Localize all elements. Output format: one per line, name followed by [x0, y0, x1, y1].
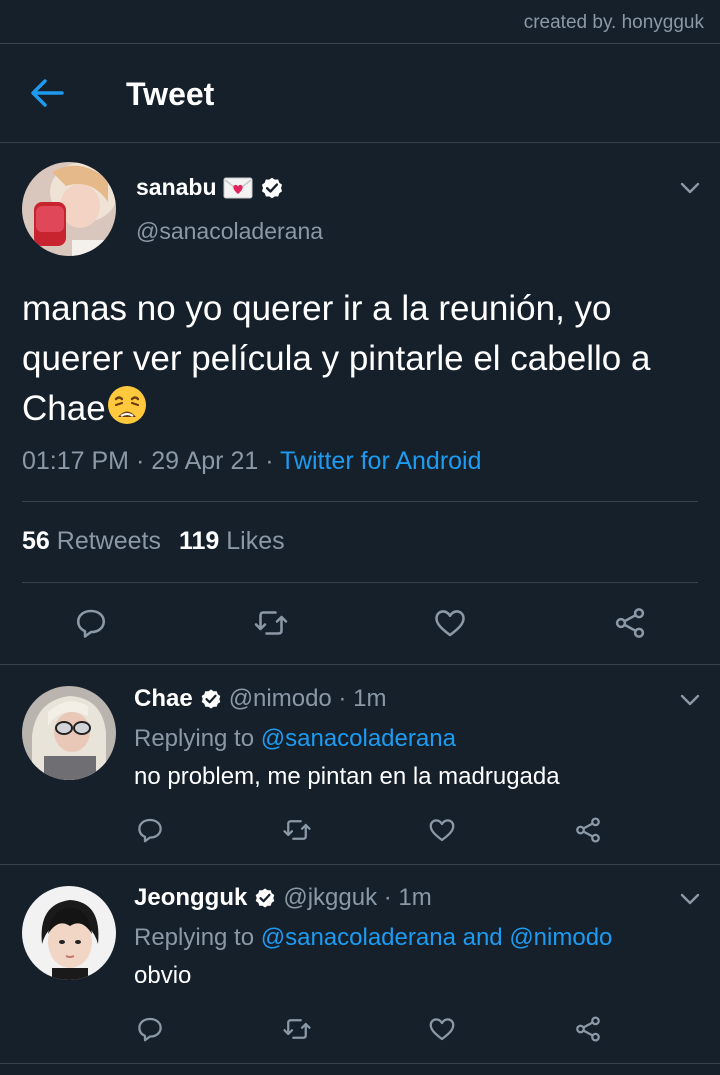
- tweet-stats: 56 Retweets 119 Likes: [22, 527, 285, 556]
- mention-link[interactable]: @nimodo: [509, 924, 612, 951]
- author-row: sanabu: [136, 174, 285, 201]
- credit-text: created by. honygguk: [523, 12, 704, 33]
- avatar-image: [22, 886, 116, 980]
- comment-icon: [138, 818, 162, 843]
- reply-author-name[interactable]: Jeongguk: [134, 884, 247, 912]
- like-button[interactable]: [432, 605, 468, 641]
- back-button[interactable]: [28, 76, 66, 110]
- avatar[interactable]: [22, 686, 116, 780]
- chevron-down-icon: [680, 893, 700, 905]
- retweet-button[interactable]: [252, 605, 290, 641]
- share-icon: [576, 817, 600, 843]
- share-icon: [615, 608, 645, 638]
- heart-icon: [429, 1018, 455, 1041]
- comment-icon: [76, 609, 106, 638]
- page-title: Tweet: [126, 76, 215, 112]
- share-button[interactable]: [612, 605, 648, 641]
- reply-time: 1m: [398, 884, 432, 911]
- divider: [22, 501, 698, 502]
- replying-to-label: Replying to: [134, 924, 255, 951]
- retweet-icon: [283, 820, 311, 840]
- arrow-left-icon: [31, 79, 64, 107]
- author-handle[interactable]: @sanacoladerana: [136, 218, 323, 245]
- chevron-down-icon: [680, 182, 700, 194]
- divider: [0, 864, 720, 865]
- tweet-time: 01:17 PM: [22, 447, 130, 475]
- retweet-icon: [283, 1019, 311, 1039]
- like-button[interactable]: [427, 815, 457, 845]
- reply-author-name[interactable]: Chae: [134, 685, 193, 713]
- love-letter-emoji-icon: [223, 177, 253, 198]
- retweet-button[interactable]: [281, 815, 313, 845]
- likes-count: 119: [178, 527, 220, 555]
- replying-to-label: Replying to: [134, 725, 255, 752]
- tweet-source-link[interactable]: Twitter for Android: [280, 447, 481, 475]
- mention-link[interactable]: @sanacoladerana: [261, 924, 456, 951]
- likes-stat[interactable]: 119 Likes: [179, 527, 285, 555]
- verified-badge-icon: [256, 888, 275, 908]
- reply-button[interactable]: [135, 815, 165, 845]
- reply-text: obvio: [134, 962, 192, 989]
- weary-face-emoji-icon: [107, 386, 146, 424]
- mention-link[interactable]: @sanacoladerana: [261, 725, 456, 752]
- avatar-image: [22, 162, 116, 256]
- replying-to: Replying to @sanacoladerana and @nimodo: [134, 924, 612, 952]
- reply-options-button[interactable]: [678, 688, 702, 712]
- share-button[interactable]: [573, 815, 603, 845]
- reply-button[interactable]: [73, 605, 109, 641]
- replying-to: Replying to @sanacoladerana: [134, 725, 456, 753]
- share-icon: [576, 1016, 600, 1042]
- retweets-label: Retweets: [56, 527, 161, 555]
- divider: [0, 664, 720, 665]
- like-button[interactable]: [427, 1014, 457, 1044]
- avatar-image: [22, 686, 116, 780]
- comment-icon: [138, 1017, 162, 1042]
- share-button[interactable]: [573, 1014, 603, 1044]
- tweet-date: 29 Apr 21: [151, 447, 259, 475]
- divider: [0, 1063, 720, 1064]
- retweet-icon: [254, 611, 288, 635]
- reply-author-handle[interactable]: @jkgguk: [283, 884, 377, 911]
- tweet-options-button[interactable]: [678, 176, 702, 200]
- reply-time: 1m: [353, 685, 387, 712]
- likes-label: Likes: [226, 527, 285, 555]
- reply-text: no problem, me pintan en la madrugada: [134, 763, 560, 790]
- header: Tweet: [0, 44, 720, 142]
- chevron-down-icon: [680, 694, 700, 706]
- heart-icon: [435, 610, 465, 637]
- heart-icon: [429, 819, 455, 842]
- retweets-stat[interactable]: 56 Retweets: [22, 527, 161, 555]
- tweet-text: manas no yo querer ir a la reunión, yo q…: [22, 284, 712, 434]
- reply-header: Jeongguk @jkgguk · 1m: [134, 884, 432, 912]
- tweet-meta: 01:17 PM · 29 Apr 21 · Twitter for Andro…: [22, 447, 482, 475]
- reply-header: Chae @nimodo · 1m: [134, 685, 387, 713]
- reply-button[interactable]: [135, 1014, 165, 1044]
- divider: [0, 142, 720, 143]
- reply-options-button[interactable]: [678, 887, 702, 911]
- retweet-button[interactable]: [281, 1014, 313, 1044]
- retweets-count: 56: [22, 527, 50, 555]
- avatar[interactable]: [22, 886, 116, 980]
- verified-badge-icon: [261, 177, 282, 198]
- verified-badge-icon: [201, 689, 220, 709]
- avatar[interactable]: [22, 162, 116, 256]
- mention-joiner: and: [462, 924, 503, 951]
- reply-author-handle[interactable]: @nimodo: [229, 685, 332, 712]
- divider: [22, 582, 698, 583]
- author-name[interactable]: sanabu: [136, 174, 217, 201]
